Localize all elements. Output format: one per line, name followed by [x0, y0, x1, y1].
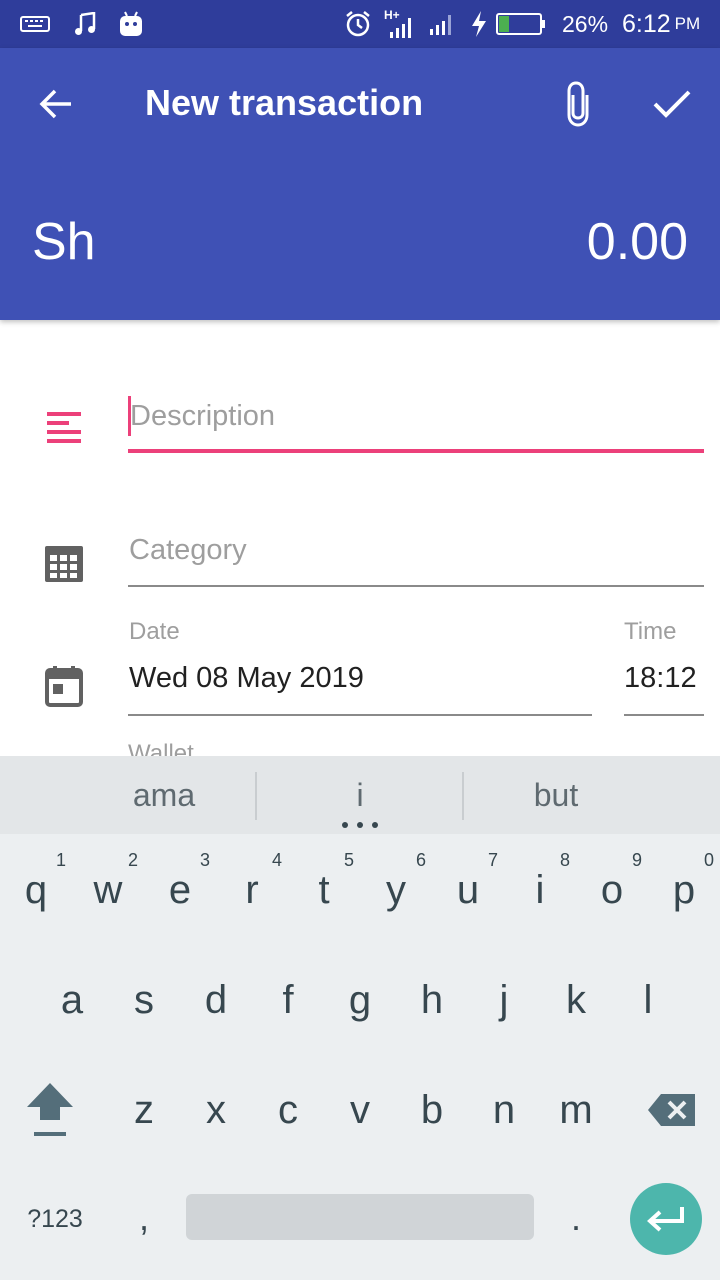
time-underline — [624, 714, 704, 716]
attach-icon — [567, 81, 589, 127]
clock-time: 6:12 — [622, 9, 671, 38]
suggestion-1[interactable]: ama — [66, 756, 262, 834]
key-q[interactable]: q1 — [0, 836, 72, 944]
key-a[interactable]: a — [36, 946, 108, 1054]
enter-icon — [647, 1207, 684, 1232]
screen: H+ 26% 6:12 PM New transaction Sh 0.00 D… — [0, 0, 720, 1280]
key-m[interactable]: m — [540, 1056, 612, 1164]
symbols-key[interactable]: ?123 — [10, 1184, 100, 1254]
battery-percent: 26% — [562, 10, 609, 37]
amount-value[interactable]: 0.00 — [587, 212, 688, 272]
battery-icon — [496, 0, 546, 48]
key-r[interactable]: r4 — [216, 836, 288, 944]
backspace-key[interactable] — [636, 1056, 708, 1164]
suggestion-strip: ama i but — [0, 756, 720, 834]
category-underline — [128, 585, 704, 587]
key-y[interactable]: y6 — [360, 836, 432, 944]
key-i[interactable]: i8 — [504, 836, 576, 944]
date-label: Date — [129, 618, 180, 645]
transaction-form: Description Category Date Time Wed 08 Ma… — [0, 320, 720, 756]
description-icon — [42, 406, 86, 450]
calendar-icon — [42, 664, 86, 708]
key-k[interactable]: k — [540, 946, 612, 1054]
key-s[interactable]: s — [108, 946, 180, 1054]
shift-icon — [27, 1083, 73, 1136]
network-type-label: H+ — [384, 8, 400, 22]
shift-key[interactable] — [14, 1056, 86, 1164]
keyboard-icon — [20, 0, 50, 48]
key-t[interactable]: t5 — [288, 836, 360, 944]
key-o[interactable]: o9 — [576, 836, 648, 944]
key-l[interactable]: l — [612, 946, 684, 1054]
signal-icon: H+ — [384, 0, 418, 48]
time-picker[interactable]: 18:12 — [624, 662, 697, 695]
back-button[interactable] — [28, 76, 84, 132]
key-j[interactable]: j — [468, 946, 540, 1054]
status-bar: H+ 26% 6:12 PM — [0, 0, 720, 48]
description-underline — [128, 449, 704, 453]
suggestion-3[interactable]: but — [458, 756, 654, 834]
soft-keyboard: ama i but q1 w2 e3 r4 t5 y6 u7 i8 o9 p0 … — [0, 756, 720, 1280]
page-title: New transaction — [145, 82, 424, 123]
comma-key[interactable]: , — [108, 1164, 180, 1272]
date-underline — [128, 714, 592, 716]
time-label: Time — [624, 618, 677, 645]
key-h[interactable]: h — [396, 946, 468, 1054]
clock-ampm: PM — [674, 14, 701, 33]
key-z[interactable]: z — [108, 1056, 180, 1164]
key-u[interactable]: u7 — [432, 836, 504, 944]
date-picker[interactable]: Wed 08 May 2019 — [129, 662, 364, 695]
suggestion-divider — [255, 772, 257, 820]
android-icon — [118, 0, 144, 48]
key-p[interactable]: p0 — [648, 836, 720, 944]
backspace-icon — [648, 1094, 695, 1126]
space-bar[interactable] — [186, 1194, 534, 1240]
key-f[interactable]: f — [252, 946, 324, 1054]
key-d[interactable]: d — [180, 946, 252, 1054]
period-key[interactable]: . — [540, 1164, 612, 1272]
key-w[interactable]: w2 — [72, 836, 144, 944]
key-c[interactable]: c — [252, 1056, 324, 1164]
key-x[interactable]: x — [180, 1056, 252, 1164]
attach-button[interactable] — [550, 76, 606, 132]
more-suggestions-icon[interactable] — [342, 822, 378, 832]
back-arrow-icon — [39, 89, 71, 119]
key-v[interactable]: v — [324, 1056, 396, 1164]
save-button[interactable] — [644, 76, 700, 132]
check-icon — [653, 90, 691, 118]
key-b[interactable]: b — [396, 1056, 468, 1164]
description-input[interactable]: Description — [130, 400, 275, 433]
signal-icon — [428, 0, 456, 48]
currency-symbol[interactable]: Sh — [32, 212, 96, 272]
alarm-icon — [344, 0, 372, 48]
key-g[interactable]: g — [324, 946, 396, 1054]
enter-key[interactable] — [630, 1183, 702, 1255]
key-n[interactable]: n — [468, 1056, 540, 1164]
charging-bolt-icon — [470, 0, 488, 48]
key-e[interactable]: e3 — [144, 836, 216, 944]
wallet-label: Wallet — [128, 740, 194, 756]
music-note-icon — [74, 0, 96, 48]
app-bar: New transaction Sh 0.00 — [0, 48, 720, 320]
category-input[interactable]: Category — [129, 534, 247, 567]
category-grid-icon — [42, 542, 86, 586]
